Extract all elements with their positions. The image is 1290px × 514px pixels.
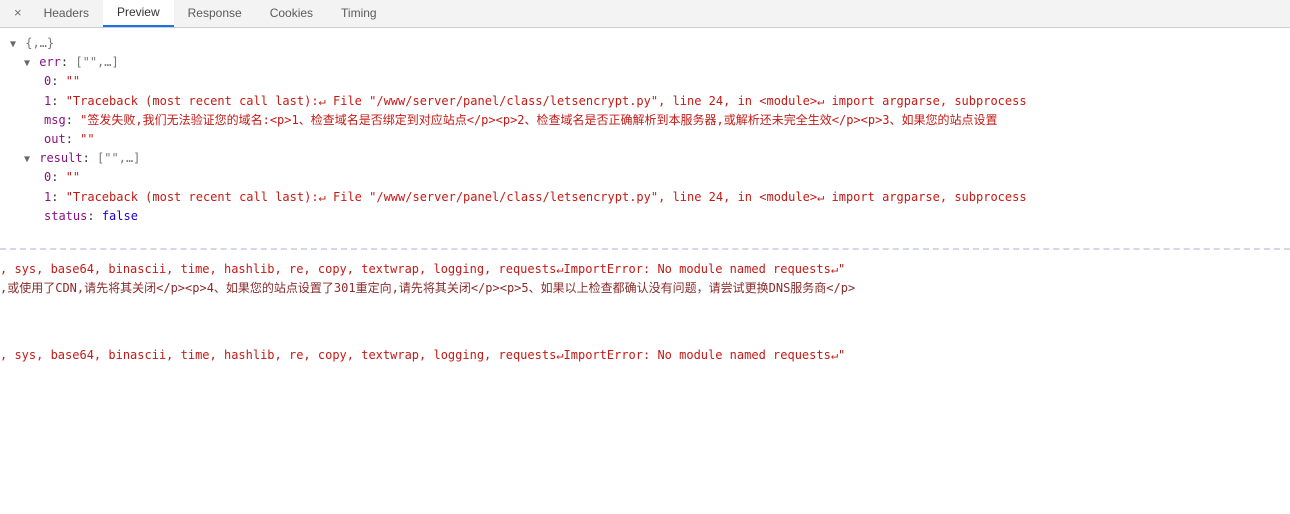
devtools-tabs: × Headers Preview Response Cookies Timin…	[0, 0, 1290, 28]
json-root[interactable]: ▼ {,…}	[4, 34, 1286, 53]
close-icon[interactable]: ×	[6, 3, 30, 24]
root-summary: {,…}	[25, 36, 54, 50]
tab-response[interactable]: Response	[174, 0, 256, 27]
toggle-icon[interactable]: ▼	[22, 56, 32, 72]
string-value: ""	[80, 132, 94, 146]
json-key-result[interactable]: ▼ result: ["",…]	[4, 149, 1286, 168]
key-label: result	[39, 151, 82, 165]
json-key-err[interactable]: ▼ err: ["",…]	[4, 53, 1286, 72]
tab-headers[interactable]: Headers	[30, 0, 103, 27]
key-label: out	[44, 132, 66, 146]
json-err-0[interactable]: 0: ""	[4, 72, 1286, 91]
toggle-icon[interactable]: ▼	[22, 152, 32, 168]
key-label: err	[39, 55, 61, 69]
json-result-1[interactable]: 1: "Traceback (most recent call last):↵ …	[4, 188, 1286, 207]
string-value: "Traceback (most recent call last):↵ Fil…	[66, 190, 1027, 204]
key-label: status	[44, 209, 87, 223]
string-value: "Traceback (most recent call last):↵ Fil…	[66, 94, 1027, 108]
tab-timing[interactable]: Timing	[327, 0, 391, 27]
json-result-0[interactable]: 0: ""	[4, 168, 1286, 187]
json-err-1[interactable]: 1: "Traceback (most recent call last):↵ …	[4, 92, 1286, 111]
json-preview-pane: ▼ {,…} ▼ err: ["",…] 0: "" 1: "Traceback…	[0, 28, 1290, 234]
overflow-line-2: ,或使用了CDN,请先将其关闭</p><p>4、如果您的站点设置了301重定向,…	[0, 279, 1286, 298]
string-value: ""	[66, 74, 80, 88]
arr-summary: ["",…]	[97, 151, 140, 165]
toggle-icon[interactable]: ▼	[8, 37, 18, 53]
tab-cookies[interactable]: Cookies	[256, 0, 327, 27]
key-label: msg	[44, 113, 66, 127]
boolean-value: false	[102, 209, 138, 223]
overflow-line-1: , sys, base64, binascii, time, hashlib, …	[0, 260, 1286, 279]
string-value: "签发失败,我们无法验证您的域名:<p>1、检查域名是否绑定到对应站点</p><…	[80, 113, 997, 127]
json-key-out[interactable]: out: ""	[4, 130, 1286, 149]
json-key-msg[interactable]: msg: "签发失败,我们无法验证您的域名:<p>1、检查域名是否绑定到对应站点…	[4, 111, 1286, 130]
json-key-status[interactable]: status: false	[4, 207, 1286, 226]
overflow-line-3: , sys, base64, binascii, time, hashlib, …	[0, 346, 1286, 365]
string-value: ""	[66, 170, 80, 184]
overflow-text-block: , sys, base64, binascii, time, hashlib, …	[0, 248, 1290, 370]
tab-preview[interactable]: Preview	[103, 0, 174, 27]
arr-summary: ["",…]	[75, 55, 118, 69]
